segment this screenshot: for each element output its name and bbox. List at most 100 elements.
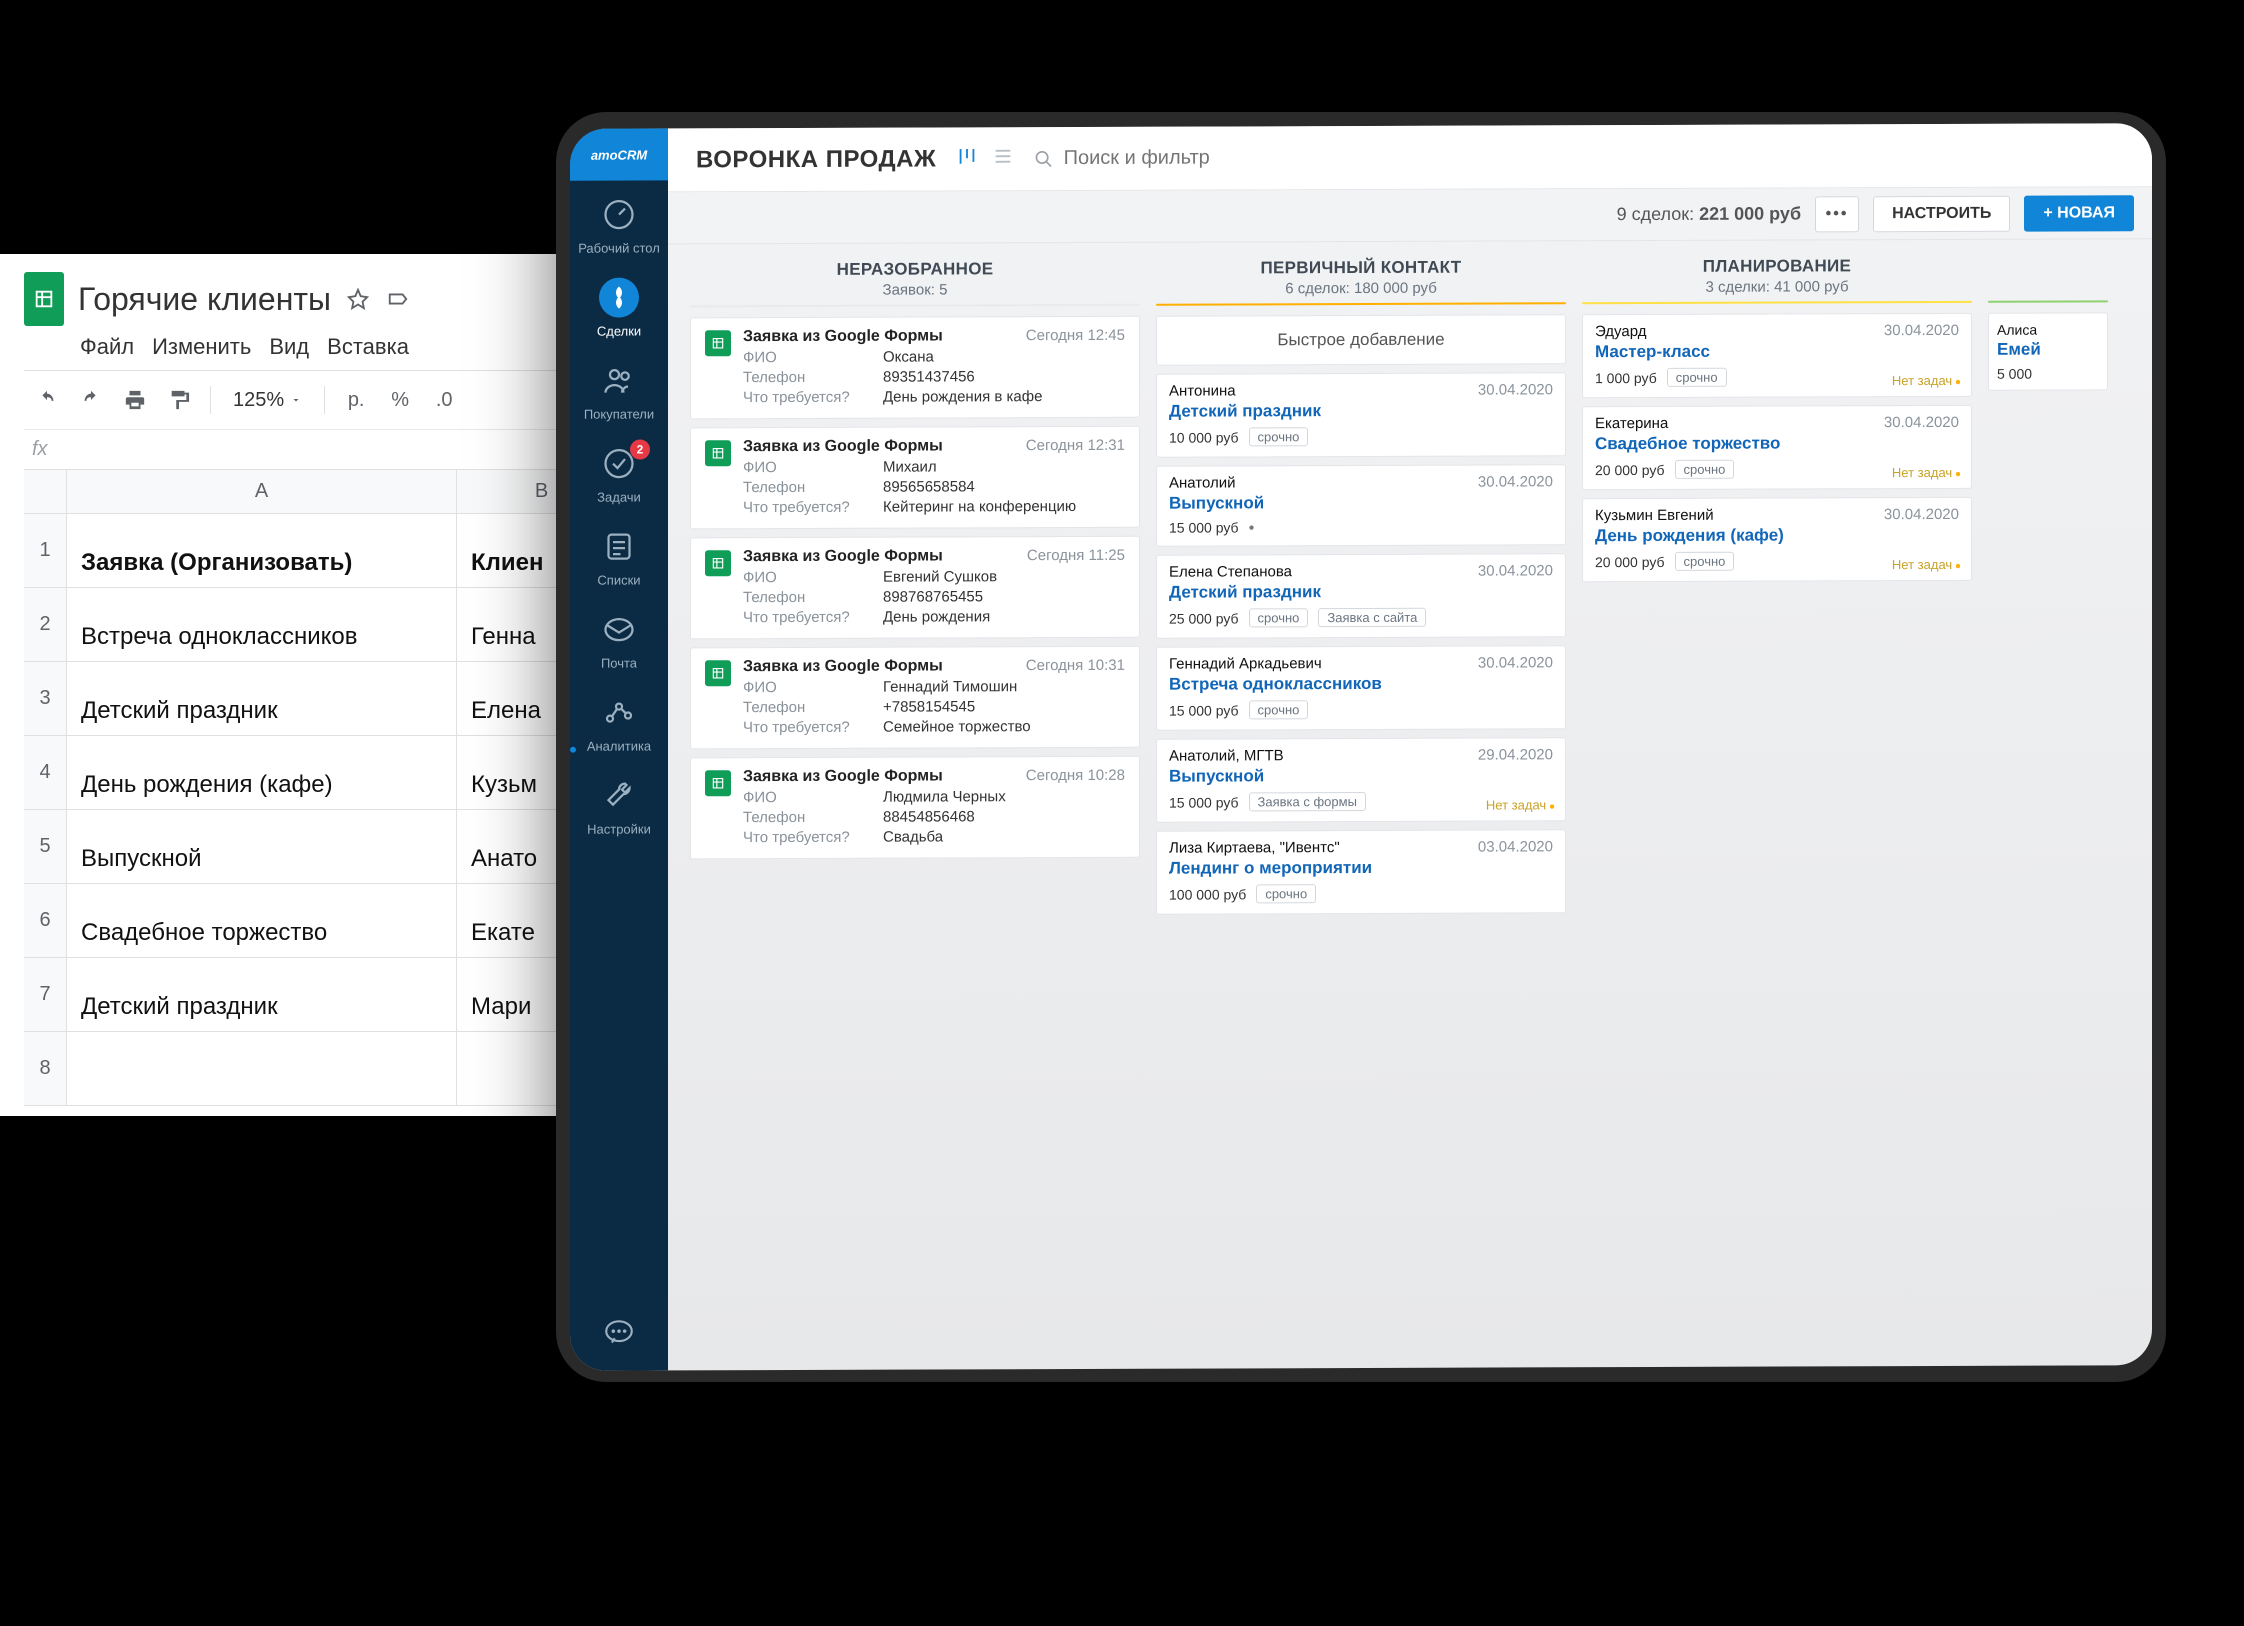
deal-card[interactable]: Антонина30.04.2020 Детский праздник 10 0… — [1156, 372, 1566, 457]
paint-format-icon[interactable] — [160, 383, 198, 417]
kanban-col-sub: 3 сделки: 41 000 руб — [1582, 278, 1972, 296]
corner-cell[interactable] — [24, 470, 66, 514]
deal-card[interactable]: Алиса Емей 5 000 — [1988, 312, 2108, 390]
row-header[interactable]: 2 — [24, 588, 66, 662]
lead-title: Заявка из Google Формы — [743, 327, 943, 346]
sheets-doc-title[interactable]: Горячие клиенты — [78, 281, 331, 318]
cell[interactable]: День рождения (кафе) — [67, 736, 456, 810]
lead-time: Сегодня 12:45 — [1026, 327, 1125, 344]
decimal-button[interactable]: .0 — [425, 383, 463, 417]
cell[interactable]: Выпускной — [67, 810, 456, 884]
kanban-col-title: НЕРАЗОБРАННОЕ — [690, 259, 1140, 281]
deal-card[interactable]: Анатолий, МГТВ29.04.2020 Выпускной 15 00… — [1156, 737, 1566, 822]
nav-buyers[interactable]: Покупатели — [570, 346, 668, 429]
lead-card[interactable]: Заявка из Google ФормыСегодня 10:28 ФИОЛ… — [690, 756, 1140, 860]
row-header[interactable]: 6 — [24, 884, 66, 958]
more-button[interactable]: ••• — [1815, 196, 1859, 232]
crm-main: ВОРОНКА ПРОДАЖ 9 сделок: 221 — [668, 123, 2152, 1370]
cell[interactable]: Детский праздник — [67, 958, 456, 1032]
lead-card[interactable]: Заявка из Google ФормыСегодня 12:31 ФИОМ… — [690, 426, 1140, 530]
configure-button[interactable]: НАСТРОИТЬ — [1873, 195, 2010, 231]
deal-card[interactable]: Лиза Киртаева, "Ивентс"03.04.2020 Лендин… — [1156, 829, 1566, 914]
crm-sidebar: amoCRM Рабочий стол Сделки Покупатели 2 … — [570, 128, 668, 1370]
menu-edit[interactable]: Изменить — [152, 334, 251, 360]
search-field[interactable] — [1034, 143, 2138, 170]
nav-label: Задачи — [597, 490, 641, 505]
print-icon[interactable] — [116, 383, 154, 417]
deal-card[interactable]: Кузьмин Евгений30.04.2020 День рождения … — [1582, 497, 1972, 582]
new-deal-button[interactable]: + НОВАЯ — [2024, 195, 2134, 231]
nav-deals[interactable]: Сделки — [570, 263, 668, 346]
deal-price: 10 000 руб — [1169, 429, 1239, 445]
deal-price: 20 000 руб — [1595, 461, 1665, 477]
kanban-col-title: ПЛАНИРОВАНИЕ — [1582, 256, 1972, 277]
nav-analytics[interactable]: Аналитика — [570, 678, 668, 761]
formula-bar[interactable]: fx — [24, 430, 640, 470]
nav-chat[interactable] — [602, 1298, 636, 1371]
kanban-view-icon[interactable] — [956, 145, 978, 173]
deal-card[interactable]: Елена Степанова30.04.2020 Детский праздн… — [1156, 553, 1566, 638]
lead-what: День рождения в кафе — [883, 388, 1042, 406]
row-header[interactable]: 4 — [24, 736, 66, 810]
deal-date: 30.04.2020 — [1478, 562, 1553, 579]
nav-settings[interactable]: Настройки — [570, 761, 668, 844]
cell[interactable] — [67, 1032, 456, 1106]
kanban-col-header — [1988, 251, 2108, 312]
lead-fio: Геннадий Тимошин — [883, 678, 1017, 695]
deal-tag: срочно — [1249, 427, 1309, 446]
lead-phone: 89565658584 — [883, 478, 975, 495]
kanban-col-next: Алиса Емей 5 000 — [1988, 251, 2108, 1353]
search-input[interactable] — [1064, 143, 2138, 170]
list-view-icon[interactable] — [992, 145, 1014, 173]
lead-card[interactable]: Заявка из Google ФормыСегодня 10:31 ФИОГ… — [690, 646, 1140, 750]
row-header[interactable]: 7 — [24, 958, 66, 1032]
sheets-titlebar: Горячие клиенты — [24, 272, 640, 326]
deal-contact: Эдуард — [1595, 323, 1646, 340]
row-header[interactable]: 1 — [24, 514, 66, 588]
row-header[interactable]: 8 — [24, 1032, 66, 1106]
col-header-a[interactable]: A — [67, 470, 456, 514]
row-header[interactable]: 3 — [24, 662, 66, 736]
nav-label: Аналитика — [587, 738, 651, 753]
nav-tasks[interactable]: 2 Задачи — [570, 429, 668, 512]
nav-lists[interactable]: Списки — [570, 512, 668, 595]
move-icon[interactable] — [385, 286, 411, 312]
deal-card[interactable]: Геннадий Аркадьевич30.04.2020 Встреча од… — [1156, 645, 1566, 730]
quick-add[interactable]: Быстрое добавление — [1156, 314, 1566, 365]
lead-phone: 89351437456 — [883, 368, 975, 385]
tasks-badge: 2 — [630, 439, 650, 459]
redo-icon[interactable] — [72, 383, 110, 417]
undo-icon[interactable] — [28, 383, 66, 417]
lead-phone: 88454856468 — [883, 808, 975, 825]
menu-file[interactable]: Файл — [80, 334, 134, 360]
row-header[interactable]: 5 — [24, 810, 66, 884]
menu-view[interactable]: Вид — [269, 334, 309, 360]
nav-mail[interactable]: Почта — [570, 595, 668, 678]
deal-name: Выпускной — [1169, 492, 1553, 513]
menu-insert[interactable]: Вставка — [327, 334, 409, 360]
lead-card[interactable]: Заявка из Google ФормыСегодня 11:25 ФИОЕ… — [690, 536, 1140, 640]
cell[interactable]: Встреча одноклассников — [67, 588, 456, 662]
analytics-icon — [599, 693, 639, 733]
cell[interactable]: Заявка (Организовать) — [67, 514, 456, 588]
nav-desktop[interactable]: Рабочий стол — [570, 180, 668, 263]
crm-logo[interactable]: amoCRM — [570, 128, 668, 180]
deal-tag: Заявка с сайта — [1318, 608, 1426, 627]
zoom-select[interactable]: 125% — [223, 389, 312, 412]
deal-price: 20 000 руб — [1595, 553, 1665, 569]
google-forms-icon — [705, 770, 731, 796]
deal-tag: срочно — [1249, 700, 1309, 719]
star-icon[interactable] — [345, 286, 371, 312]
cell[interactable]: Детский праздник — [67, 662, 456, 736]
cell[interactable]: Свадебное торжество — [67, 884, 456, 958]
no-tasks-label: Нет задач — [1892, 557, 1961, 572]
deal-card[interactable]: Эдуард30.04.2020 Мастер-класс 1 000 рубс… — [1582, 313, 1972, 398]
deal-name: Встреча одноклассников — [1169, 673, 1553, 694]
deal-card[interactable]: Екатерина30.04.2020 Свадебное торжество … — [1582, 405, 1972, 490]
lead-what: Кейтеринг на конференцию — [883, 498, 1076, 516]
percent-button[interactable]: % — [381, 383, 419, 417]
deal-card[interactable]: Анатолий30.04.2020 Выпускной 15 000 руб — [1156, 464, 1566, 546]
deal-price: 15 000 руб — [1169, 519, 1239, 535]
lead-card[interactable]: Заявка из Google ФормыСегодня 12:45 ФИОО… — [690, 316, 1140, 420]
currency-button[interactable]: р. — [337, 383, 375, 417]
